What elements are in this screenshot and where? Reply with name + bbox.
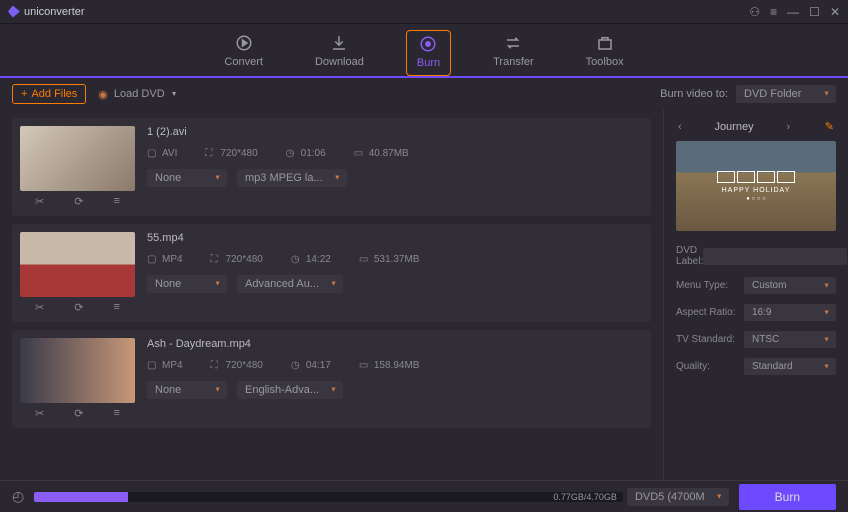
minimize-icon[interactable]: — [787,5,799,19]
cut-icon[interactable]: ✂ [35,301,44,314]
quality-label: Quality: [676,361,744,372]
template-title: Journey [714,121,753,133]
tab-burn[interactable]: Burn [406,30,451,76]
user-icon[interactable]: ⚇ [749,5,760,19]
dvd-label-label: DVD Label: [676,245,703,267]
folder-icon: ▭ [359,360,370,371]
format-icon: ▢ [147,148,158,159]
dvd-type-dropdown[interactable]: DVD5 (4700M [627,488,729,506]
file-list: ✂ ⟳ ≡ 1 (2).avi ▢AVI ⛶720*480 ◷01:06 ▭40… [0,110,663,480]
burn-icon [419,35,437,53]
clock-icon: ◷ [291,360,302,371]
thumbnail[interactable] [20,338,135,403]
tv-standard-label: TV Standard: [676,334,744,345]
audio-dropdown[interactable]: mp3 MPEG la... [237,169,347,187]
size-text: 0.77GB/4.70GB [553,492,617,502]
adjust-icon[interactable]: ≡ [114,407,120,420]
tab-download[interactable]: Download [305,30,374,76]
disc-icon: ◉ [98,88,108,101]
add-files-button[interactable]: + Add Files [12,84,86,104]
prev-template-button[interactable]: ‹ [676,119,684,135]
footer: ◴ 0.77GB/4.70GB DVD5 (4700M Burn [0,480,848,512]
clock-icon: ◷ [286,148,297,159]
timer-icon[interactable]: ◴ [12,488,24,505]
cut-icon[interactable]: ✂ [35,195,44,208]
format-icon: ▢ [147,360,158,371]
audio-dropdown[interactable]: English-Adva... [237,381,343,399]
format-icon: ▢ [147,254,158,265]
titlebar: uniconverter ⚇ ≡ — ☐ ✕ [0,0,848,24]
sidebar: ‹ Journey › ✎ HAPPY HOLIDAY ● ○ ○ ○ DVD … [663,110,848,480]
thumbnail[interactable] [20,126,135,191]
next-template-button[interactable]: › [784,119,792,135]
crop-icon[interactable]: ⟳ [74,195,83,208]
file-name: Ash - Daydream.mp4 [147,338,643,350]
resolution-icon: ⛶ [211,360,222,371]
file-name: 55.mp4 [147,232,643,244]
size-progress [34,492,623,502]
template-preview[interactable]: HAPPY HOLIDAY ● ○ ○ ○ [676,141,836,231]
aspect-ratio-label: Aspect Ratio: [676,307,744,318]
app-name: uniconverter [24,6,85,18]
tab-transfer[interactable]: Transfer [483,30,544,76]
burn-to-dropdown[interactable]: DVD Folder [736,85,836,103]
burn-button[interactable]: Burn [739,484,836,510]
maximize-icon[interactable]: ☐ [809,5,820,19]
menu-type-dropdown[interactable]: Custom [744,277,836,294]
audio-dropdown[interactable]: Advanced Au... [237,275,343,293]
app-logo: uniconverter [8,6,85,18]
list-item: ✂ ⟳ ≡ 55.mp4 ▢MP4 ⛶720*480 ◷14:22 ▭531.3… [12,224,651,322]
toolbar: + Add Files ◉ Load DVD ▼ Burn video to: … [0,78,848,110]
list-item: ✂ ⟳ ≡ 1 (2).avi ▢AVI ⛶720*480 ◷01:06 ▭40… [12,118,651,216]
file-name: 1 (2).avi [147,126,643,138]
thumbnail[interactable] [20,232,135,297]
cut-icon[interactable]: ✂ [35,407,44,420]
resolution-icon: ⛶ [211,254,222,265]
tab-convert[interactable]: Convert [214,30,273,76]
subtitle-dropdown[interactable]: None [147,275,227,293]
main-tabs: Convert Download Burn Transfer Toolbox [0,24,848,78]
edit-template-icon[interactable]: ✎ [823,118,836,135]
quality-dropdown[interactable]: Standard [744,358,836,375]
logo-icon [8,6,20,18]
subtitle-dropdown[interactable]: None [147,381,227,399]
subtitle-dropdown[interactable]: None [147,169,227,187]
chevron-down-icon: ▼ [171,91,178,98]
burn-to-label: Burn video to: [660,88,728,100]
folder-icon: ▭ [359,254,370,265]
load-dvd-button[interactable]: ◉ Load DVD ▼ [98,88,177,101]
clock-icon: ◷ [291,254,302,265]
tv-standard-dropdown[interactable]: NTSC [744,331,836,348]
transfer-icon [504,34,522,52]
download-icon [330,34,348,52]
list-item: ✂ ⟳ ≡ Ash - Daydream.mp4 ▢MP4 ⛶720*480 ◷… [12,330,651,428]
convert-icon [235,34,253,52]
crop-icon[interactable]: ⟳ [74,407,83,420]
aspect-ratio-dropdown[interactable]: 16:9 [744,304,836,321]
menu-icon[interactable]: ≡ [770,5,777,19]
dvd-label-input[interactable] [703,248,847,265]
crop-icon[interactable]: ⟳ [74,301,83,314]
menu-type-label: Menu Type: [676,280,744,291]
close-icon[interactable]: ✕ [830,5,840,19]
adjust-icon[interactable]: ≡ [114,195,120,208]
toolbox-icon [596,34,614,52]
adjust-icon[interactable]: ≡ [114,301,120,314]
plus-icon: + [21,88,27,100]
resolution-icon: ⛶ [205,148,216,159]
tab-toolbox[interactable]: Toolbox [576,30,634,76]
folder-icon: ▭ [354,148,365,159]
